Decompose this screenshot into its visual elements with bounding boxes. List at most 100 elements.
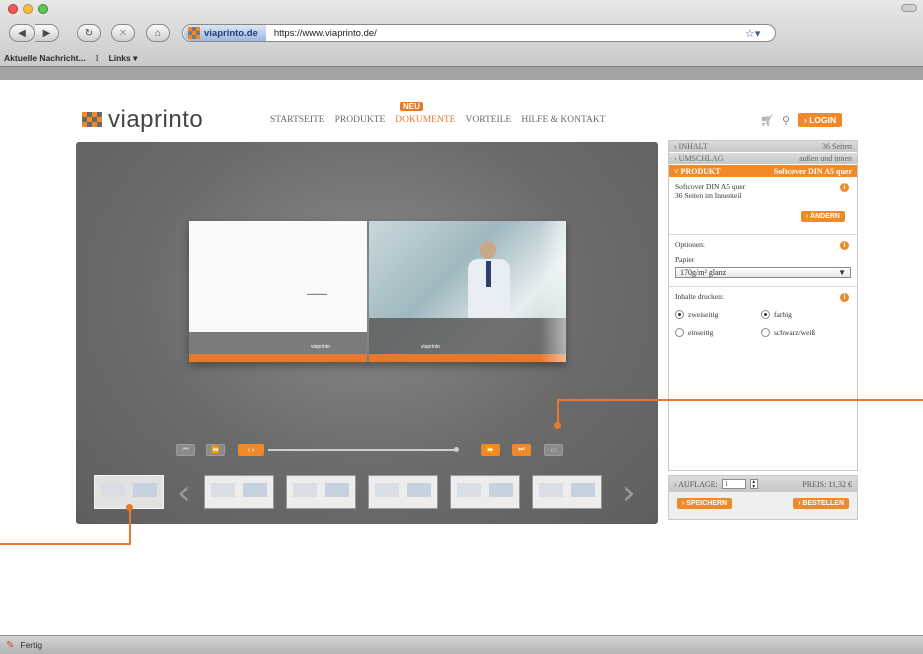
- print-options-section: Inhalte drucken: i zweiseitig farbig ein…: [669, 287, 857, 357]
- print-radio-group: zweiseitig farbig einseitig schwarz/weiß: [675, 310, 851, 337]
- document-viewer: ▬▬▬▬▬ viaprinto viaprinto ⏮ ⏪ ‹ › ⏩ ⏭ ▭ …: [76, 142, 658, 524]
- price-text: PREIS: 11,32 €: [802, 479, 852, 489]
- section-umschlag[interactable]: › UMSCHLAG außen und innen: [669, 153, 857, 165]
- close-window-button[interactable]: [8, 4, 18, 14]
- right-page-stripe: [369, 354, 566, 362]
- rewind-icon: ⏪: [211, 447, 220, 454]
- forward-button[interactable]: ▶: [35, 24, 59, 42]
- andern-button[interactable]: › ÄNDERN: [800, 211, 845, 222]
- papier-label: Papier: [675, 255, 695, 264]
- first-page-button[interactable]: ⏮: [176, 444, 195, 456]
- paper-select-value: 170g/m² glanz: [680, 268, 727, 277]
- stop-button[interactable]: ✕: [111, 24, 135, 42]
- last-page-button[interactable]: ⏭: [512, 444, 531, 456]
- save-button[interactable]: › SPEICHERN: [677, 498, 733, 509]
- section-produkt[interactable]: ˅ PRODUKT Softcover DIN A5 quer: [669, 165, 857, 177]
- document-spread-preview[interactable]: ▬▬▬▬▬ viaprinto viaprinto: [189, 221, 566, 362]
- previous-spread-button[interactable]: ⏪: [206, 444, 225, 456]
- site-identity-badge[interactable]: viaprinto.de: [184, 25, 266, 41]
- product-config-panel: › INHALT 36 Seiten › UMSCHLAG außen und …: [668, 140, 858, 471]
- quantity-price-row: › AUFLAGE: 1 ▲ ▼ PREIS: 11,32 €: [669, 476, 857, 492]
- login-button[interactable]: › LOGIN: [798, 113, 843, 127]
- paper-select[interactable]: 170g/m² glanz ▼: [675, 267, 851, 278]
- site-logo[interactable]: viaprinto: [82, 106, 203, 134]
- left-page-band: [189, 332, 367, 354]
- right-page-logo: viaprinto: [421, 344, 440, 350]
- thumbs-prev-icon[interactable]: ‹: [177, 473, 191, 513]
- auflage-label: › AUFLAGE:: [674, 479, 718, 489]
- url-text[interactable]: https://www.viaprinto.de/: [274, 28, 745, 39]
- minimize-window-button[interactable]: [23, 4, 33, 14]
- radio-selected-icon: [761, 310, 770, 319]
- home-button[interactable]: ⌂: [146, 24, 170, 42]
- fullscreen-button[interactable]: ▭: [544, 444, 563, 456]
- home-icon: ⌂: [154, 27, 162, 39]
- toolbar-toggle-button[interactable]: [901, 4, 917, 12]
- thumbnail-page[interactable]: [204, 475, 274, 509]
- callout-line-fullscreen: [557, 399, 923, 401]
- bookmark-links[interactable]: Links ▾: [109, 53, 138, 64]
- nav-produkte[interactable]: PRODUKTE: [335, 115, 386, 125]
- product-line-1: Softcover DIN A5 quer: [675, 182, 746, 191]
- bookmark-separator-icon: ⁞: [95, 53, 99, 63]
- info-icon[interactable]: i: [840, 293, 849, 302]
- right-page-band: [369, 318, 566, 354]
- step-icon: ‹ ›: [247, 446, 255, 454]
- info-icon[interactable]: i: [840, 241, 849, 250]
- last-page-icon: ⏭: [518, 446, 525, 453]
- left-page-text: ▬▬▬▬▬: [307, 291, 327, 296]
- options-section: Optionen: i Papier 170g/m² glanz ▼: [669, 235, 857, 287]
- nav-startseite[interactable]: STARTSEITE: [270, 115, 325, 125]
- radio-zweiseitig[interactable]: zweiseitig: [675, 310, 761, 319]
- page-curl[interactable]: [540, 221, 566, 362]
- quantity-stepper[interactable]: ▲ ▼: [749, 479, 758, 490]
- product-line-2: 36 Seiten im Innenteil: [675, 191, 742, 200]
- thumbnail-page[interactable]: [368, 475, 438, 509]
- header-tools: 🛒︎ ⚲ › LOGIN: [760, 113, 843, 127]
- section-inhalt[interactable]: › INHALT 36 Seiten: [669, 141, 857, 153]
- bookmark-news[interactable]: Aktuelle Nachricht...: [4, 53, 86, 63]
- radio-farbig[interactable]: farbig: [761, 310, 851, 319]
- order-button[interactable]: › BESTELLEN: [793, 498, 849, 509]
- bookmark-star-icon[interactable]: ☆▾: [745, 27, 775, 40]
- back-arrow-icon: ◀: [18, 27, 26, 39]
- cart-icon[interactable]: 🛒︎: [760, 114, 774, 127]
- reload-button[interactable]: ↻: [77, 24, 101, 42]
- quantity-input[interactable]: 1: [721, 479, 746, 489]
- status-bar: ✎ Fertig: [0, 635, 923, 654]
- address-bar[interactable]: viaprinto.de https://www.viaprinto.de/ ☆…: [182, 24, 776, 42]
- callout-line-thumbnail: [0, 543, 131, 545]
- left-page-stripe: [189, 354, 367, 362]
- zoom-window-button[interactable]: [38, 4, 48, 14]
- thumbs-next-icon[interactable]: ›: [622, 473, 636, 513]
- produkt-value: Softcover DIN A5 quer: [773, 166, 852, 176]
- main-navigation: STARTSEITE PRODUKTE DOKUMENTE VORTEILE H…: [270, 115, 606, 125]
- callout-line-thumbnail: [129, 507, 131, 545]
- thumbnail-strip: ‹ ›: [94, 473, 644, 513]
- left-page-preview: ▬▬▬▬▬ viaprinto: [189, 221, 367, 362]
- forward-arrow-icon: ▶: [42, 27, 51, 39]
- back-button[interactable]: ◀: [9, 24, 35, 42]
- nav-vorteile[interactable]: VORTEILE: [465, 115, 511, 125]
- search-icon[interactable]: ⚲: [782, 114, 790, 127]
- nav-dokumente[interactable]: DOKUMENTE: [395, 115, 455, 125]
- thumbnail-page[interactable]: [286, 475, 356, 509]
- site-favicon-icon: [188, 27, 200, 39]
- nav-hilfe-kontakt[interactable]: HILFE & KONTAKT: [521, 115, 605, 125]
- inhalt-label: › INHALT: [674, 142, 708, 151]
- page-slider[interactable]: [268, 449, 458, 451]
- umschlag-label: › UMSCHLAG: [674, 154, 724, 163]
- next-spread-button[interactable]: ⏩: [481, 444, 500, 456]
- logo-mark-icon: [82, 112, 102, 128]
- step-back-button[interactable]: ‹ ›: [238, 444, 264, 456]
- radio-schwarz-weiss[interactable]: schwarz/weiß: [761, 328, 851, 337]
- logo-text: viaprinto: [108, 106, 204, 133]
- web-page: viaprinto STARTSEITE PRODUKTE DOKUMENTE …: [0, 80, 923, 635]
- thumbnail-page[interactable]: [532, 475, 602, 509]
- info-icon[interactable]: i: [840, 183, 849, 192]
- radio-schwarz-weiss-label: schwarz/weiß: [774, 328, 816, 337]
- radio-einseitig[interactable]: einseitig: [675, 328, 761, 337]
- thumbnail-page[interactable]: [450, 475, 520, 509]
- first-page-icon: ⏮: [182, 446, 189, 453]
- status-text: Fertig: [20, 640, 43, 650]
